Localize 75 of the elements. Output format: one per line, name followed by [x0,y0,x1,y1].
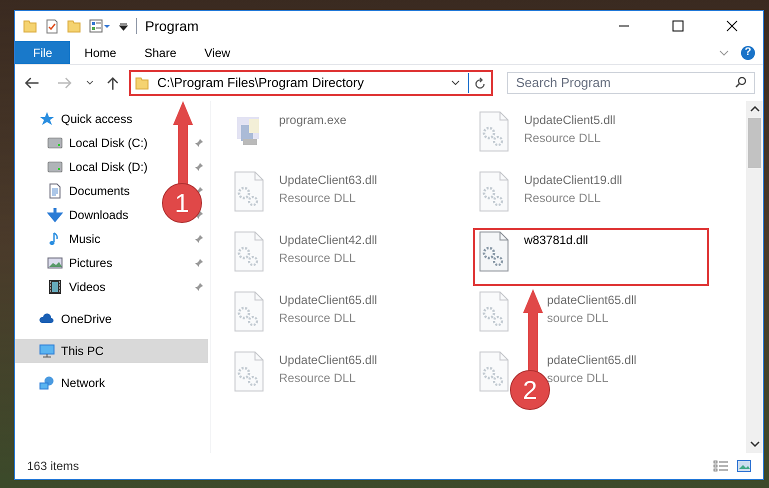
nav-item[interactable]: Videos [15,275,208,299]
caret-icon[interactable] [451,80,460,86]
refresh-icon[interactable] [474,76,486,90]
gear-file-icon [233,171,265,212]
address-path: C:\Program Files\Program Directory [157,74,365,92]
file-type: Resource DLL [279,310,356,327]
gear-file-icon [478,231,510,272]
pin-icon[interactable] [194,234,204,244]
gear-file-icon [478,171,510,212]
address-bar[interactable]: C:\Program Files\Program Directory [129,70,494,96]
ribbon-tab[interactable]: Share [130,41,190,64]
file-name: UpdateClient42.dll [279,232,378,249]
file-type: Resource DLL [524,190,601,207]
file-name: UpdateClient19.dll [524,172,622,189]
file-type: source DLL [547,370,608,387]
file-name: UpdateClient5.dll [524,112,616,129]
pin-icon[interactable] [194,282,204,292]
pin-icon[interactable] [194,258,204,268]
scrollbar-thumb[interactable] [748,118,761,168]
caret-icon[interactable] [119,21,128,31]
nav-item[interactable]: Pictures [15,251,208,275]
back-arrow-icon[interactable] [23,76,40,90]
nav-item[interactable]: Local Disk (C:) [15,131,208,155]
window-title: Program [145,16,199,36]
nav-item[interactable]: This PC [15,339,208,363]
pc-icon [39,343,55,359]
drive-icon [47,135,63,151]
gear-file-icon [233,231,265,272]
drive-icon [47,159,63,175]
file-name: pdateClient65.dll [547,292,636,309]
large-icons-view-icon[interactable] [737,460,751,472]
checklist-icon[interactable] [45,18,59,34]
file-type: source DLL [547,310,608,327]
gear-file-icon [478,111,510,152]
item-count: 163 items [27,458,80,475]
nav-item[interactable]: Local Disk (D:) [15,155,208,179]
folder-icon [135,76,150,90]
gear-file-icon [478,351,510,392]
gear-file-icon [233,291,265,332]
search-field[interactable]: Search Program [507,72,756,94]
ribbon-tab[interactable]: Home [70,41,130,64]
star-icon [39,111,55,127]
help-button[interactable]: ? [741,46,755,60]
file-name: w83781d.dll [524,232,588,249]
pictures-icon [47,255,63,271]
file-type: Resource DLL [524,130,601,147]
file-name: program.exe [279,112,346,129]
nav-item[interactable]: OneDrive [15,307,208,331]
scrollbar[interactable] [746,101,763,453]
ribbon-tab[interactable]: View [190,41,244,64]
caret-icon[interactable] [86,80,94,86]
gear-file-icon [478,291,510,332]
file-name: UpdateClient63.dll [279,172,378,189]
file-type: Resource DLL [279,370,356,387]
search-icon [735,76,748,88]
nav-item[interactable]: Music [15,227,208,251]
pin-icon[interactable] [194,138,204,148]
nav-item[interactable]: Quick access [15,107,208,131]
properties-icon[interactable] [89,19,111,33]
ribbon-tab[interactable]: File [15,41,70,64]
download-icon [47,207,63,223]
pin-icon[interactable] [194,162,204,172]
network-icon [39,375,55,391]
file-name: pdateClient65.dll [547,352,636,369]
videos-icon [47,279,63,295]
up-arrow-icon[interactable] [106,75,120,91]
file-type: Resource DLL [279,190,356,207]
details-view-icon[interactable] [713,460,729,472]
file-type: Resource DLL [279,250,356,267]
file-name: UpdateClient65.dll [279,292,378,309]
expand-ribbon-icon[interactable] [719,50,729,56]
documents-icon [47,183,63,199]
nav-item[interactable]: Network [15,371,208,395]
file-name: UpdateClient65.dll [279,352,378,369]
gear-file-icon [233,351,265,392]
